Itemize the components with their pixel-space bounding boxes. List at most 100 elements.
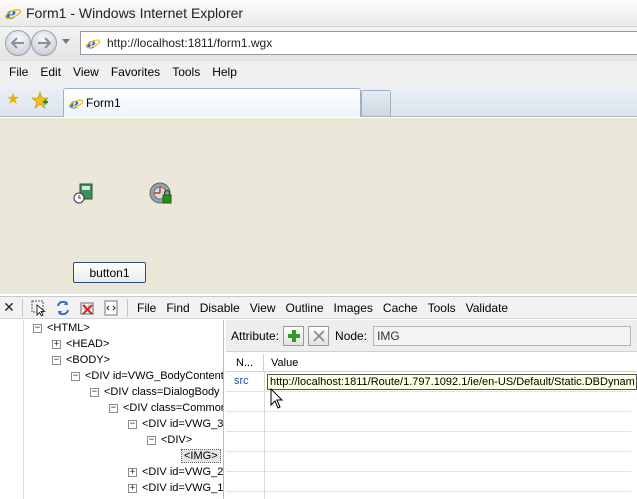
tree-toggle[interactable]: − xyxy=(71,371,80,381)
menu-view[interactable]: View xyxy=(67,65,105,79)
select-element-icon[interactable] xyxy=(29,299,49,317)
table-row xyxy=(226,452,631,472)
tree-toggle[interactable]: + xyxy=(52,339,61,349)
node-field: IMG xyxy=(373,325,632,346)
menu-file[interactable]: File xyxy=(3,65,34,79)
tree-node-label: <HTML> xyxy=(47,322,90,334)
view-source-icon[interactable] xyxy=(101,299,121,317)
tree-toggle[interactable]: − xyxy=(33,323,42,333)
tab-label: Form1 xyxy=(86,96,121,110)
window-title: Form1 - Windows Internet Explorer xyxy=(26,5,244,21)
node-label: Node: xyxy=(335,328,368,343)
calendar-clock-icon[interactable] xyxy=(73,182,95,204)
devtools-menu-find[interactable]: Find xyxy=(161,301,194,315)
menu-help[interactable]: Help xyxy=(206,65,243,79)
tree-node[interactable]: + <DIV id=VWG_1 xyxy=(128,480,223,496)
page-content: button1 xyxy=(0,118,637,294)
tree-node[interactable]: + <DIV id=VWG_2 xyxy=(128,464,223,480)
plus-icon xyxy=(287,329,300,342)
tree-node[interactable]: − <HTML> xyxy=(33,320,90,336)
tree-toggle[interactable]: + xyxy=(128,467,137,477)
tree-node[interactable]: + <HEAD> xyxy=(52,336,109,352)
devtools-menu-outline[interactable]: Outline xyxy=(281,301,329,315)
tree-toggle[interactable]: − xyxy=(109,403,118,413)
favorites-star-icon[interactable]: ★ xyxy=(4,91,22,109)
table-row xyxy=(226,392,631,412)
tree-toggle[interactable]: − xyxy=(147,435,156,445)
tree-toggle[interactable]: − xyxy=(52,355,61,365)
menu-tools[interactable]: Tools xyxy=(166,65,206,79)
mouse-cursor-icon xyxy=(270,388,284,410)
table-row xyxy=(226,432,631,452)
back-button[interactable] xyxy=(5,30,31,56)
menu-edit[interactable]: Edit xyxy=(34,65,67,79)
button1[interactable]: button1 xyxy=(73,262,146,283)
add-favorite-icon[interactable] xyxy=(31,91,49,109)
ie-logo-icon: e xyxy=(4,4,22,22)
toolbar-separator xyxy=(127,298,128,317)
address-row: e http://localhost:1811/form1.wgx xyxy=(0,27,637,61)
devtools-menu-disable[interactable]: Disable xyxy=(195,301,245,315)
attribute-toolbar: Attribute: Node: IMG xyxy=(226,320,637,352)
devtools-close-icon[interactable]: ✕ xyxy=(0,299,18,316)
tree-node[interactable]: − <DIV id=VWG_3 xyxy=(128,416,223,432)
tree-toggle[interactable]: − xyxy=(128,419,137,429)
title-bar: e Form1 - Windows Internet Explorer xyxy=(0,0,637,27)
security-lock-icon[interactable] xyxy=(149,182,172,204)
add-attribute-button[interactable] xyxy=(283,325,305,346)
tree-node[interactable]: − <DIV> xyxy=(147,432,192,448)
forward-button[interactable] xyxy=(31,30,57,56)
attribute-name-src[interactable]: src xyxy=(234,375,249,387)
tree-node-label: <DIV id=VWG_3 xyxy=(142,418,224,430)
page-ie-icon: e xyxy=(85,35,101,51)
column-value-header[interactable]: Value xyxy=(264,354,298,371)
tree-node[interactable]: − <DIV id=VWG_BodyContent xyxy=(71,368,224,384)
arrow-left-icon xyxy=(11,37,24,49)
tree-node-selected[interactable]: <IMG> xyxy=(181,448,221,464)
devtools-menu-file[interactable]: File xyxy=(132,301,161,315)
address-bar[interactable]: e http://localhost:1811/form1.wgx xyxy=(80,31,637,55)
devtools-toolbar: ✕ File Find Disable View Outline Images … xyxy=(0,296,637,319)
attribute-label: Attribute: xyxy=(231,328,280,343)
tree-toggle[interactable]: + xyxy=(128,483,137,493)
devtools-menu-validate[interactable]: Validate xyxy=(461,301,513,315)
tree-node[interactable]: − <BODY> xyxy=(52,352,110,368)
tree-node-label: <DIV id=VWG_2 xyxy=(142,466,224,478)
table-row xyxy=(226,412,631,432)
tree-node-label: <DIV id=VWG_1 xyxy=(142,482,224,494)
tab-row: ★ e Form1 xyxy=(0,83,637,117)
dom-tree-pane[interactable]: − <HTML> + <HEAD> − <BODY> − <DIV id=VWG… xyxy=(0,320,224,499)
menu-favorites[interactable]: Favorites xyxy=(105,65,166,79)
tree-node-label: <DIV> xyxy=(161,434,193,446)
tree-node-label: <BODY> xyxy=(66,354,111,366)
toolbar-separator xyxy=(22,298,23,317)
attribute-value-src[interactable]: http://localhost:1811/Route/1.797.1092.1… xyxy=(267,374,637,390)
new-tab-button[interactable] xyxy=(361,90,391,116)
grid-column-divider xyxy=(264,372,265,499)
table-row xyxy=(226,472,631,492)
refresh-tree-icon[interactable] xyxy=(53,299,73,317)
tree-node-label: <IMG> xyxy=(181,449,221,463)
tree-node-label: <DIV id=VWG_BodyContent xyxy=(85,370,224,382)
tree-gutter xyxy=(0,320,24,499)
devtools-menu-cache[interactable]: Cache xyxy=(378,301,423,315)
menu-bar: File Edit View Favorites Tools Help xyxy=(0,61,637,83)
delete-attribute-button[interactable] xyxy=(308,325,330,346)
tree-toggle[interactable]: − xyxy=(90,387,99,397)
tab-ie-icon: e xyxy=(68,95,84,111)
attribute-grid xyxy=(226,372,637,499)
devtools-menu-view[interactable]: View xyxy=(245,301,281,315)
tree-node[interactable]: − <DIV class=Commor xyxy=(109,400,223,416)
devtools-menu-images[interactable]: Images xyxy=(329,301,378,315)
arrow-right-icon xyxy=(38,37,51,49)
history-dropdown-icon[interactable] xyxy=(62,39,70,44)
clear-highlight-icon[interactable] xyxy=(77,299,97,317)
devtools-menu-tools[interactable]: Tools xyxy=(423,301,461,315)
tree-node[interactable]: − <DIV class=DialogBody xyxy=(90,384,220,400)
tree-node-label: <DIV class=DialogBody xyxy=(104,386,220,398)
address-url[interactable]: http://localhost:1811/form1.wgx xyxy=(107,36,272,50)
tab-form1[interactable]: e Form1 xyxy=(63,88,361,117)
column-name-header[interactable]: N... xyxy=(226,354,264,371)
attribute-grid-header: N... Value xyxy=(226,354,637,372)
tree-node-label: <HEAD> xyxy=(66,338,110,350)
